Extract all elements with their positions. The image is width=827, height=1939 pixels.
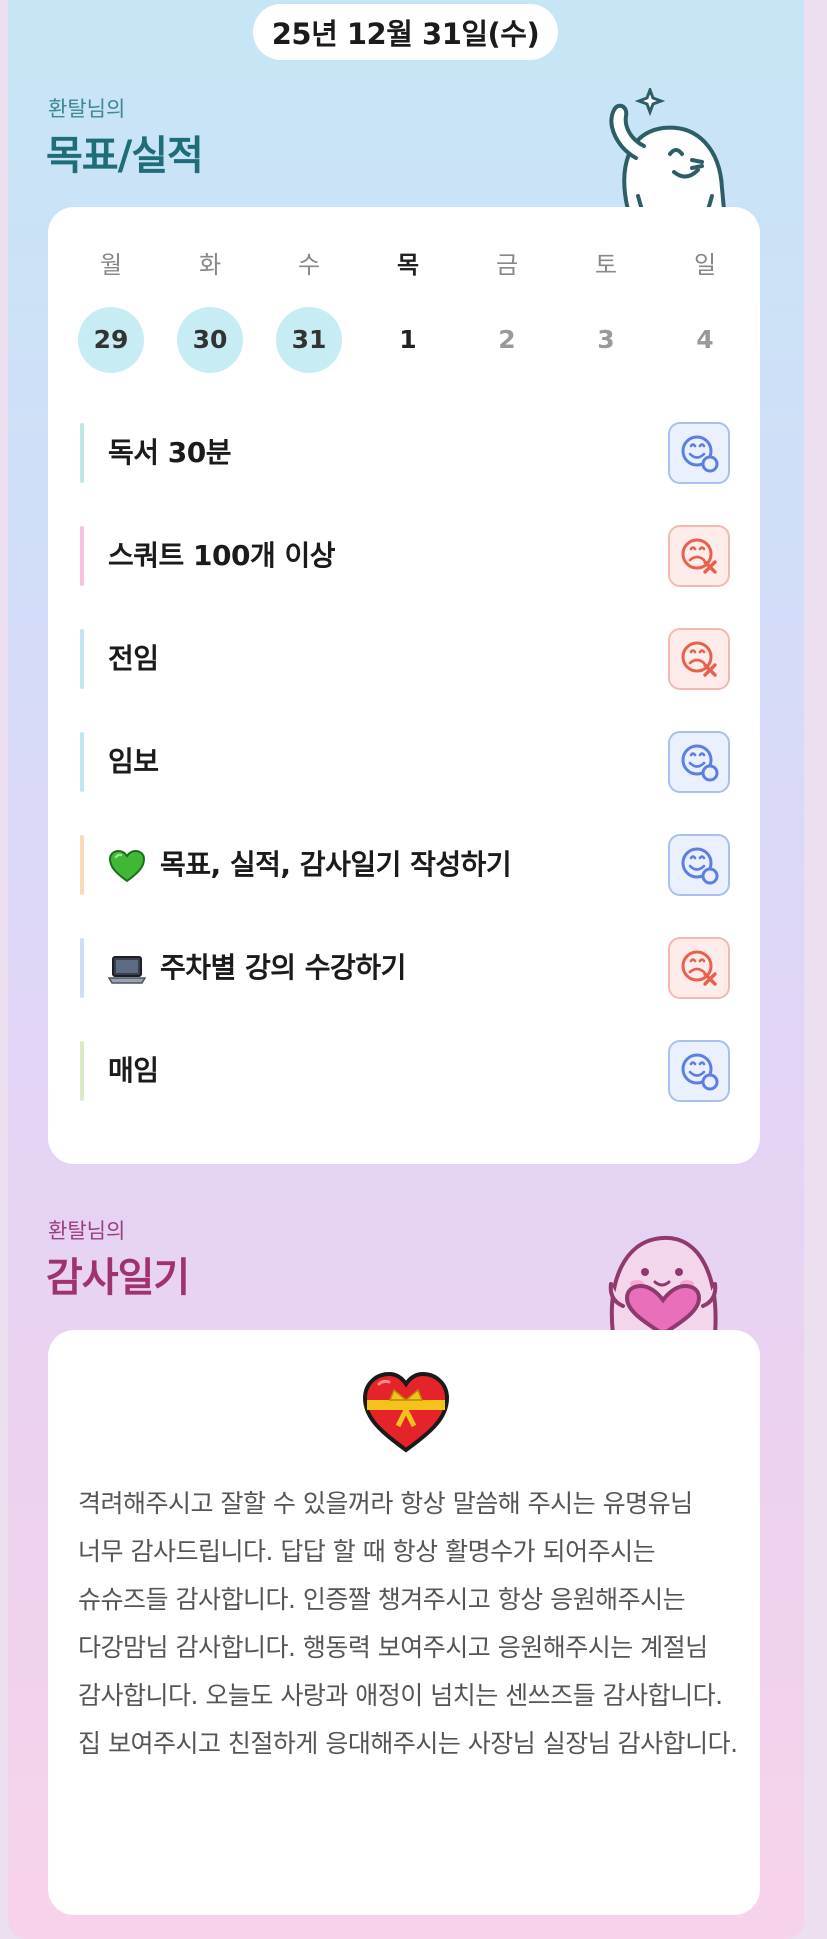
goal-item[interactable]: 주차별 강의 수강하기 — [80, 935, 730, 1001]
goal-item[interactable]: 매임 — [80, 1038, 730, 1104]
goal-label: 임보 — [108, 745, 159, 778]
heart-with-ribbon-icon — [362, 1371, 450, 1453]
smile-check-icon — [681, 435, 719, 473]
goal-status-success-button[interactable] — [668, 422, 730, 484]
goal-status-fail-button[interactable] — [668, 628, 730, 690]
goal-status-success-button[interactable] — [668, 731, 730, 793]
goal-color-bar — [80, 629, 84, 689]
ghost-mascot-icon — [609, 88, 726, 208]
weekday-tue: 화 — [198, 251, 222, 279]
goal-label-wrap: 전임 — [108, 626, 159, 692]
goal-item[interactable]: 독서 30분 — [80, 420, 730, 486]
date-29[interactable]: 29 — [78, 307, 144, 373]
goal-label: 전임 — [108, 642, 159, 675]
goal-label-wrap: 매임 — [108, 1038, 159, 1104]
goal-status-fail-button[interactable] — [668, 937, 730, 999]
goal-label: 목표, 실적, 감사일기 작성하기 — [160, 848, 512, 881]
goal-color-bar — [80, 526, 84, 586]
date-header[interactable]: 25년 12월 31일(수) — [253, 4, 558, 60]
goals-card: 월 화 수 목 금 토 일 29 30 31 1 2 3 4 독서 30분 스쿼… — [48, 207, 760, 1164]
goal-label-wrap: 독서 30분 — [108, 420, 232, 486]
laptop-icon — [108, 956, 146, 984]
weekday-thu: 목 — [396, 251, 420, 279]
diary-title: 감사일기 — [46, 1255, 190, 1301]
goal-label-wrap: 스쿼트 100개 이상 — [108, 523, 336, 589]
goal-color-bar — [80, 1041, 84, 1101]
goal-color-bar — [80, 835, 84, 895]
goal-label: 독서 30분 — [108, 436, 232, 469]
goal-status-success-button[interactable] — [668, 1040, 730, 1102]
goal-item[interactable]: 스쿼트 100개 이상 — [80, 523, 730, 589]
diary-entry-text: 격려해주시고 잘할 수 있을꺼라 항상 말씀해 주시는 유명유님 너무 감사드립… — [78, 1489, 738, 1758]
goal-status-fail-button[interactable] — [668, 525, 730, 587]
goal-label-wrap: 임보 — [108, 729, 159, 795]
weekday-fri: 금 — [495, 251, 519, 279]
diary-card: 격려해주시고 잘할 수 있을꺼라 항상 말씀해 주시는 유명유님 너무 감사드립… — [48, 1330, 760, 1915]
smile-check-icon — [681, 847, 719, 885]
date-31[interactable]: 31 — [276, 307, 342, 373]
weekday-mon: 월 — [99, 251, 123, 279]
green-heart-icon — [108, 849, 146, 883]
smile-check-icon — [681, 744, 719, 782]
goal-label: 매임 — [108, 1054, 159, 1087]
date-4[interactable]: 4 — [672, 307, 738, 373]
goal-item[interactable]: 전임 — [80, 626, 730, 692]
weekday-sun: 일 — [693, 251, 717, 279]
page-background: 25년 12월 31일(수) 환탈님의 목표/실적 월 화 수 목 금 토 일 … — [8, 0, 804, 1939]
date-3[interactable]: 3 — [573, 307, 639, 373]
date-text: 25년 12월 31일(수) — [271, 17, 540, 51]
goal-item[interactable]: 목표, 실적, 감사일기 작성하기 — [80, 832, 730, 898]
weekday-row: 월 화 수 목 금 토 일 — [48, 245, 760, 285]
goal-color-bar — [80, 732, 84, 792]
frown-x-icon — [681, 538, 717, 574]
goals-title: 목표/실적 — [46, 133, 204, 179]
diary-owner-label: 환탈님의 — [48, 1219, 126, 1243]
goal-color-bar — [80, 938, 84, 998]
date-30[interactable]: 30 — [177, 307, 243, 373]
frown-x-icon — [681, 950, 717, 986]
smile-check-icon — [681, 1053, 719, 1091]
goal-label: 주차별 강의 수강하기 — [160, 951, 406, 984]
weekday-wed: 수 — [297, 251, 321, 279]
goal-item[interactable]: 임보 — [80, 729, 730, 795]
date-2[interactable]: 2 — [474, 307, 540, 373]
pink-mascot-icon — [608, 1235, 718, 1332]
frown-x-icon — [681, 641, 717, 677]
goal-label: 스쿼트 100개 이상 — [108, 539, 336, 572]
date-1[interactable]: 1 — [375, 307, 441, 373]
goal-color-bar — [80, 423, 84, 483]
goal-status-success-button[interactable] — [668, 834, 730, 896]
goal-label-wrap: 목표, 실적, 감사일기 작성하기 — [108, 832, 512, 898]
date-row: 29 30 31 1 2 3 4 — [48, 307, 760, 373]
goals-owner-label: 환탈님의 — [48, 97, 126, 121]
goal-label-wrap: 주차별 강의 수강하기 — [108, 935, 406, 1001]
weekday-sat: 토 — [594, 251, 618, 279]
